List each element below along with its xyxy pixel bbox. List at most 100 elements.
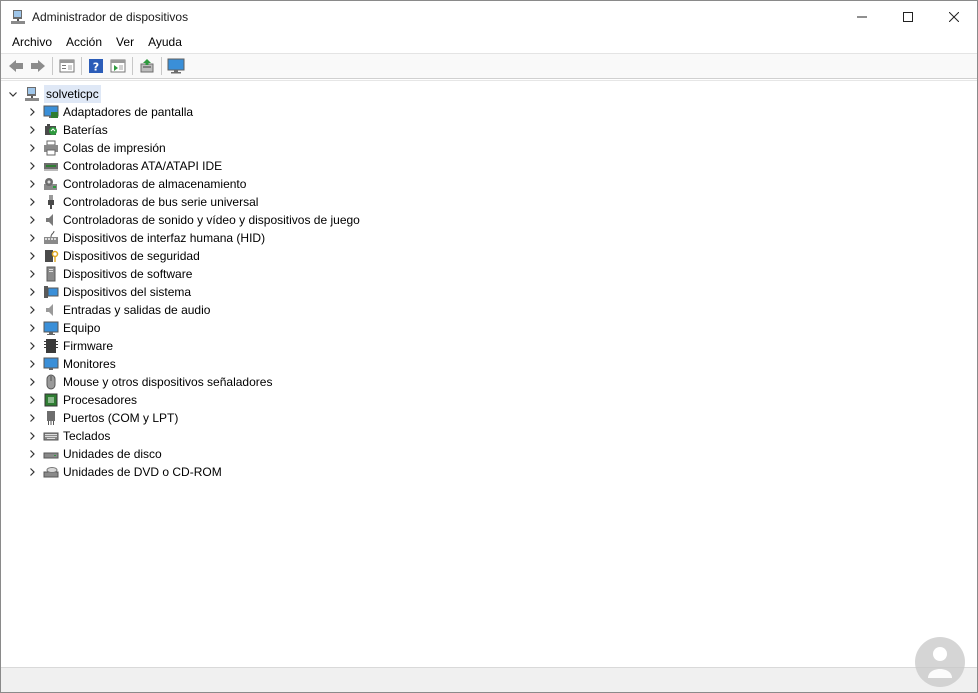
tree-category[interactable]: Dispositivos de seguridad — [27, 247, 200, 265]
tree-category-label: Baterías — [63, 123, 108, 137]
maximize-button[interactable] — [885, 1, 931, 32]
chevron-right-icon[interactable] — [27, 125, 37, 135]
watermark-logo — [915, 637, 965, 687]
device-manager-app-icon — [10, 9, 26, 25]
help-button[interactable]: ? — [85, 56, 107, 76]
computer-icon — [43, 320, 59, 336]
chevron-right-icon[interactable] — [27, 413, 37, 423]
tree-category-label: Unidades de DVD o CD-ROM — [63, 465, 222, 479]
chevron-right-icon[interactable] — [27, 341, 37, 351]
chevron-right-icon[interactable] — [27, 467, 37, 477]
chevron-right-icon[interactable] — [27, 161, 37, 171]
dvd-drive-icon — [43, 464, 59, 480]
tree-category-label: Controladoras de almacenamiento — [63, 177, 247, 191]
tree-category[interactable]: Entradas y salidas de audio — [27, 301, 210, 319]
update-driver-icon — [140, 59, 154, 73]
tree-category[interactable]: Equipo — [27, 319, 100, 337]
chevron-right-icon[interactable] — [27, 197, 37, 207]
status-bar — [1, 667, 977, 692]
mouse-icon — [43, 374, 59, 390]
chevron-right-icon[interactable] — [27, 251, 37, 261]
ide-controller-icon — [43, 158, 59, 174]
properties-view-button[interactable] — [56, 56, 78, 76]
chevron-right-icon[interactable] — [27, 179, 37, 189]
tree-root[interactable]: solveticpc — [8, 85, 101, 103]
update-driver-button[interactable] — [136, 56, 158, 76]
tree-category[interactable]: Procesadores — [27, 391, 137, 409]
title-bar: Administrador de dispositivos — [1, 1, 977, 32]
tree-category-label: Equipo — [63, 321, 101, 335]
tree-category[interactable]: Adaptadores de pantalla — [27, 103, 193, 121]
software-device-icon — [43, 266, 59, 282]
tree-category[interactable]: Baterías — [27, 121, 108, 139]
tree-category-label: Adaptadores de pantalla — [63, 105, 194, 119]
tree-category[interactable]: Controladoras de sonido y vídeo y dispos… — [27, 211, 360, 229]
scan-view-button[interactable] — [107, 56, 129, 76]
tree-category-label: Controladoras de bus serie universal — [63, 195, 259, 209]
menu-ver[interactable]: Ver — [109, 32, 141, 53]
tree-category-label: Dispositivos del sistema — [63, 285, 192, 299]
chevron-right-icon[interactable] — [27, 359, 37, 369]
chevron-right-icon[interactable] — [27, 215, 37, 225]
chevron-right-icon[interactable] — [27, 305, 37, 315]
minimize-button[interactable] — [839, 1, 885, 32]
monitor-icon — [43, 356, 59, 372]
tree-category[interactable]: Mouse y otros dispositivos señaladores — [27, 373, 272, 391]
tree-category[interactable]: Dispositivos de interfaz humana (HID) — [27, 229, 265, 247]
tree-category[interactable]: Controladoras de bus serie universal — [27, 193, 258, 211]
tree-category[interactable]: Colas de impresión — [27, 139, 166, 157]
tree-category[interactable]: Puertos (COM y LPT) — [27, 409, 178, 427]
toolbar-separator — [81, 57, 82, 75]
battery-icon — [43, 122, 59, 138]
tree-category-label: Entradas y salidas de audio — [63, 303, 211, 317]
tree-category[interactable]: Monitores — [27, 355, 116, 373]
device-tree[interactable]: solveticpc Adaptadores de pantalla Bater… — [1, 80, 977, 667]
tree-category[interactable]: Dispositivos del sistema — [27, 283, 191, 301]
tree-category[interactable]: Unidades de DVD o CD-ROM — [27, 463, 222, 481]
tree-category-label: Dispositivos de software — [63, 267, 193, 281]
monitor-button[interactable] — [165, 56, 187, 76]
toolbar-separator — [132, 57, 133, 75]
tree-category-label: Teclados — [63, 429, 111, 443]
chevron-right-icon[interactable] — [27, 143, 37, 153]
chevron-right-icon[interactable] — [27, 323, 37, 333]
tree-category-label: Firmware — [63, 339, 113, 353]
device-manager-window: Administrador de dispositivos Archivo Ac… — [0, 0, 978, 693]
chevron-right-icon[interactable] — [27, 269, 37, 279]
tree-category-label: Dispositivos de interfaz humana (HID) — [63, 231, 266, 245]
chevron-right-icon[interactable] — [27, 395, 37, 405]
tree-root-label: solveticpc — [44, 85, 101, 103]
chevron-right-icon[interactable] — [27, 431, 37, 441]
forward-button[interactable] — [27, 56, 49, 76]
chevron-right-icon[interactable] — [27, 287, 37, 297]
back-button[interactable] — [5, 56, 27, 76]
tree-category-label: Puertos (COM y LPT) — [63, 411, 179, 425]
chevron-right-icon[interactable] — [27, 377, 37, 387]
hid-icon — [43, 230, 59, 246]
system-device-icon — [43, 284, 59, 300]
tree-category-label: Controladoras de sonido y vídeo y dispos… — [63, 213, 360, 227]
computer-root-icon — [24, 86, 40, 102]
tree-category[interactable]: Controladoras de almacenamiento — [27, 175, 246, 193]
tree-category[interactable]: Unidades de disco — [27, 445, 162, 463]
tree-category[interactable]: Controladoras ATA/ATAPI IDE — [27, 157, 222, 175]
tree-category[interactable]: Firmware — [27, 337, 113, 355]
firmware-icon — [43, 338, 59, 354]
chevron-right-icon[interactable] — [27, 107, 37, 117]
chevron-down-icon[interactable] — [8, 89, 18, 99]
menu-accion[interactable]: Acción — [59, 32, 109, 53]
tree-category-label: Monitores — [63, 357, 116, 371]
audio-io-icon — [43, 302, 59, 318]
tree-category-label: Unidades de disco — [63, 447, 162, 461]
close-button[interactable] — [931, 1, 977, 32]
help-icon: ? — [89, 59, 103, 74]
chevron-right-icon[interactable] — [27, 233, 37, 243]
person-icon — [928, 647, 952, 678]
tree-category[interactable]: Teclados — [27, 427, 110, 445]
menu-archivo[interactable]: Archivo — [5, 32, 59, 53]
menu-ayuda[interactable]: Ayuda — [141, 32, 189, 53]
display-adapter-icon — [43, 104, 59, 120]
usb-icon — [43, 194, 59, 210]
tree-category[interactable]: Dispositivos de software — [27, 265, 192, 283]
chevron-right-icon[interactable] — [27, 449, 37, 459]
